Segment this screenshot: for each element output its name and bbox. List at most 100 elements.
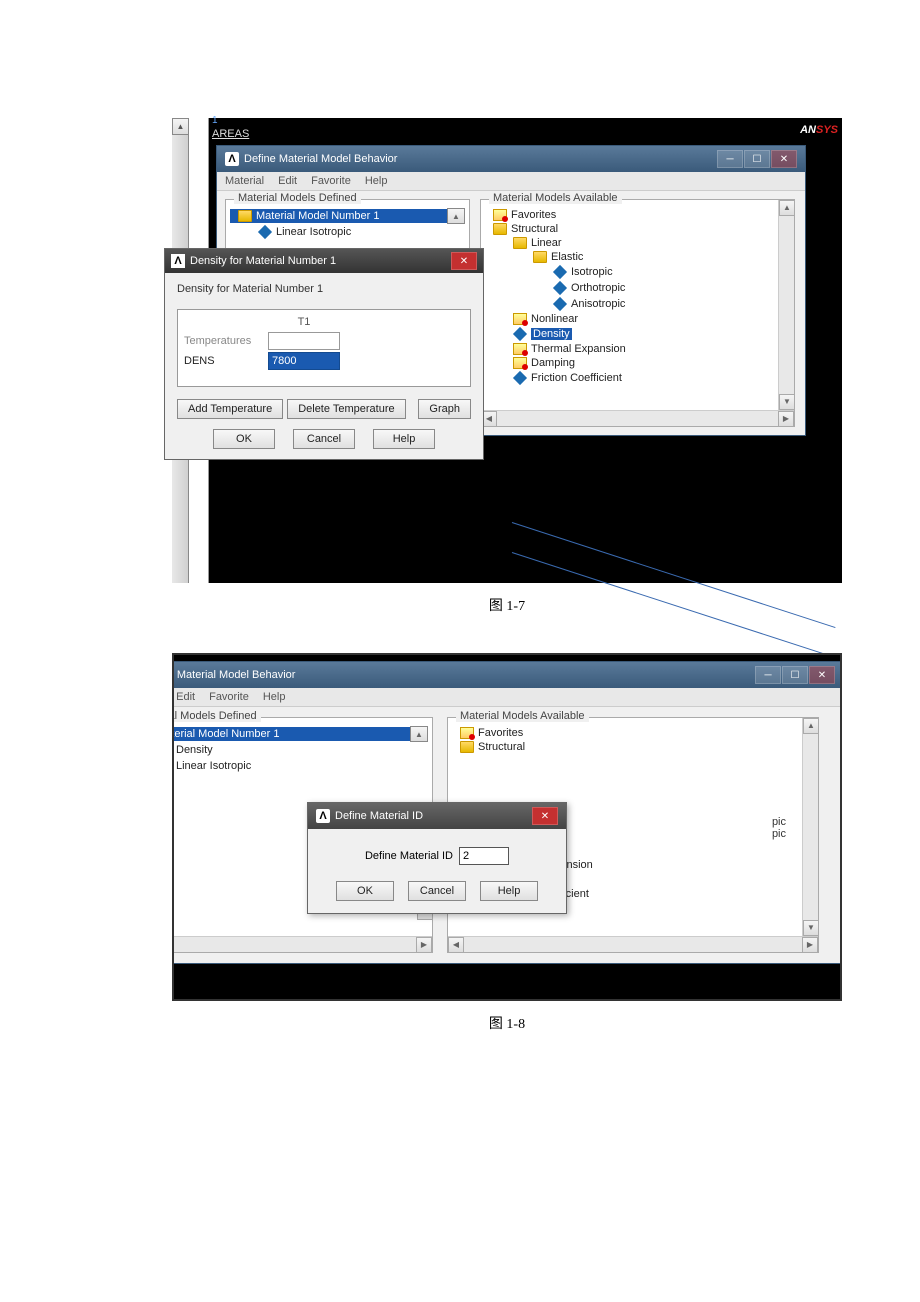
window-titlebar[interactable]: Λ Define Material Model Behavior ─ ☐ ✕ <box>172 662 842 688</box>
menu-favorite[interactable]: Favorite <box>209 691 249 703</box>
scroll-up-icon[interactable]: ▲ <box>172 118 189 135</box>
tree-label: Material Model Number 1 <box>172 728 280 740</box>
tree-structural[interactable]: Structural <box>485 222 790 236</box>
scroll-right-icon[interactable]: ▶ <box>802 937 818 953</box>
close-button[interactable]: ✕ <box>451 252 477 270</box>
property-icon <box>513 371 527 385</box>
close-button[interactable]: ✕ <box>532 807 558 825</box>
close-button[interactable]: ✕ <box>809 666 835 684</box>
tree-nonlinear[interactable]: Nonlinear <box>485 312 790 326</box>
one-label: 1 <box>212 115 218 126</box>
tree-orthotropic[interactable]: Orthotropic <box>485 280 790 296</box>
property-icon <box>553 281 567 295</box>
graph-button[interactable]: Graph <box>418 399 471 419</box>
maximize-button[interactable]: ☐ <box>782 666 808 684</box>
tree-label: Elastic <box>551 251 583 263</box>
menu-material[interactable]: Material <box>225 175 264 187</box>
tree-label: Friction Coefficient <box>531 372 622 384</box>
folder-icon <box>513 357 527 369</box>
tree-anisotropic[interactable]: Anisotropic <box>485 296 790 312</box>
minimize-button[interactable]: ─ <box>755 666 781 684</box>
tree-label: Linear Isotropic <box>276 226 351 238</box>
menu-edit[interactable]: Edit <box>176 691 195 703</box>
material-id-label: Define Material ID <box>365 850 453 862</box>
ansys-logo: ANSYS <box>800 113 838 139</box>
tree-isotropic[interactable]: Isotropic <box>485 264 790 280</box>
defined-linear-isotropic[interactable]: Linear Isotropic <box>230 224 465 240</box>
menu-help[interactable]: Help <box>365 175 388 187</box>
figure-caption: 图 1-7 <box>172 595 842 615</box>
ok-button[interactable]: OK <box>213 429 275 449</box>
folder-icon <box>460 741 474 753</box>
tree-label: Linear <box>531 237 562 249</box>
folder-icon <box>533 251 547 263</box>
tree-label: Anisotropic <box>571 298 625 310</box>
dialog-title: Density for Material Number 1 <box>190 255 451 267</box>
tree-label: Density <box>176 744 213 756</box>
tree-damping[interactable]: Damping <box>485 356 790 370</box>
tree-elastic[interactable]: Elastic <box>485 250 790 264</box>
vertical-scrollbar[interactable]: ▲ ▼ <box>802 718 818 936</box>
folder-icon <box>238 210 252 222</box>
dialog-titlebar[interactable]: Λ Define Material ID ✕ <box>308 803 566 829</box>
folder-icon <box>460 727 474 739</box>
ok-button[interactable]: OK <box>336 881 394 901</box>
maximize-button[interactable]: ☐ <box>744 150 770 168</box>
close-button[interactable]: ✕ <box>771 150 797 168</box>
figure-2-container: Λ Define Material Model Behavior ─ ☐ ✕ M… <box>172 653 842 1033</box>
window-titlebar[interactable]: Λ Define Material Model Behavior ─ ☐ ✕ <box>217 146 805 172</box>
tree-label: Thermal Expansion <box>531 343 626 355</box>
defined-material-1[interactable]: Material Model Number 1 <box>172 727 410 741</box>
scroll-right-icon[interactable]: ▶ <box>416 937 432 953</box>
add-temperature-button[interactable]: Add Temperature <box>177 399 283 419</box>
material-id-input[interactable] <box>459 847 509 865</box>
defined-linear-isotropic[interactable]: Linear Isotropic <box>172 758 428 774</box>
help-button[interactable]: Help <box>480 881 538 901</box>
scroll-down-icon[interactable]: ▼ <box>803 920 819 936</box>
tree-label: Favorites <box>478 727 523 739</box>
horizontal-scrollbar[interactable]: ◀ ▶ <box>172 936 432 952</box>
density-table: T1 Temperatures DENS <box>177 309 471 387</box>
tree-linear[interactable]: Linear <box>485 236 790 250</box>
property-icon <box>513 327 527 341</box>
row-label-dens: DENS <box>182 355 268 367</box>
minimize-button[interactable]: ─ <box>717 150 743 168</box>
delete-temperature-button[interactable]: Delete Temperature <box>287 399 405 419</box>
menu-edit[interactable]: Edit <box>278 175 297 187</box>
scroll-left-icon[interactable]: ◀ <box>448 937 464 953</box>
app-lambda-icon: Λ <box>171 254 185 268</box>
menu-help[interactable]: Help <box>263 691 286 703</box>
tree-thermal-expansion[interactable]: Thermal Expansion <box>485 342 790 356</box>
scroll-right-icon[interactable]: ▶ <box>778 411 794 427</box>
scroll-up-icon[interactable]: ▲ <box>803 718 819 734</box>
temperature-input[interactable] <box>268 332 340 350</box>
horizontal-scrollbar[interactable]: ◀ ▶ <box>448 936 818 952</box>
vertical-scrollbar[interactable]: ▲ ▼ <box>778 200 794 410</box>
density-input[interactable] <box>268 352 340 370</box>
tree-structural[interactable]: Structural <box>452 740 814 754</box>
scroll-up-icon[interactable]: ▲ <box>779 200 794 216</box>
tree-label: Nonlinear <box>531 313 578 325</box>
folder-icon <box>493 209 507 221</box>
scroll-up-button[interactable]: ▲ <box>447 208 465 224</box>
tree-friction-coefficient[interactable]: Friction Coefficient <box>485 370 790 386</box>
cancel-button[interactable]: Cancel <box>293 429 355 449</box>
horizontal-scrollbar[interactable]: ◀ ▶ <box>481 410 794 426</box>
defined-density[interactable]: Density <box>172 742 428 758</box>
tree-label: Structural <box>478 741 525 753</box>
tree-favorites[interactable]: Favorites <box>485 208 790 222</box>
tree-label: Orthotropic <box>571 282 625 294</box>
dialog-titlebar[interactable]: Λ Density for Material Number 1 ✕ <box>165 249 483 273</box>
tree-density[interactable]: Density <box>485 326 790 342</box>
folder-icon <box>513 237 527 249</box>
menu-bar: Material Edit Favorite Help <box>172 688 842 707</box>
define-material-id-dialog: Λ Define Material ID ✕ Define Material I… <box>307 802 567 914</box>
scroll-down-icon[interactable]: ▼ <box>779 394 794 410</box>
defined-material-1[interactable]: Material Model Number 1 <box>230 209 447 223</box>
cancel-button[interactable]: Cancel <box>408 881 466 901</box>
tree-favorites[interactable]: Favorites <box>452 726 814 740</box>
tree-label: Linear Isotropic <box>176 760 251 772</box>
help-button[interactable]: Help <box>373 429 435 449</box>
menu-favorite[interactable]: Favorite <box>311 175 351 187</box>
scroll-up-button[interactable]: ▲ <box>410 726 428 742</box>
